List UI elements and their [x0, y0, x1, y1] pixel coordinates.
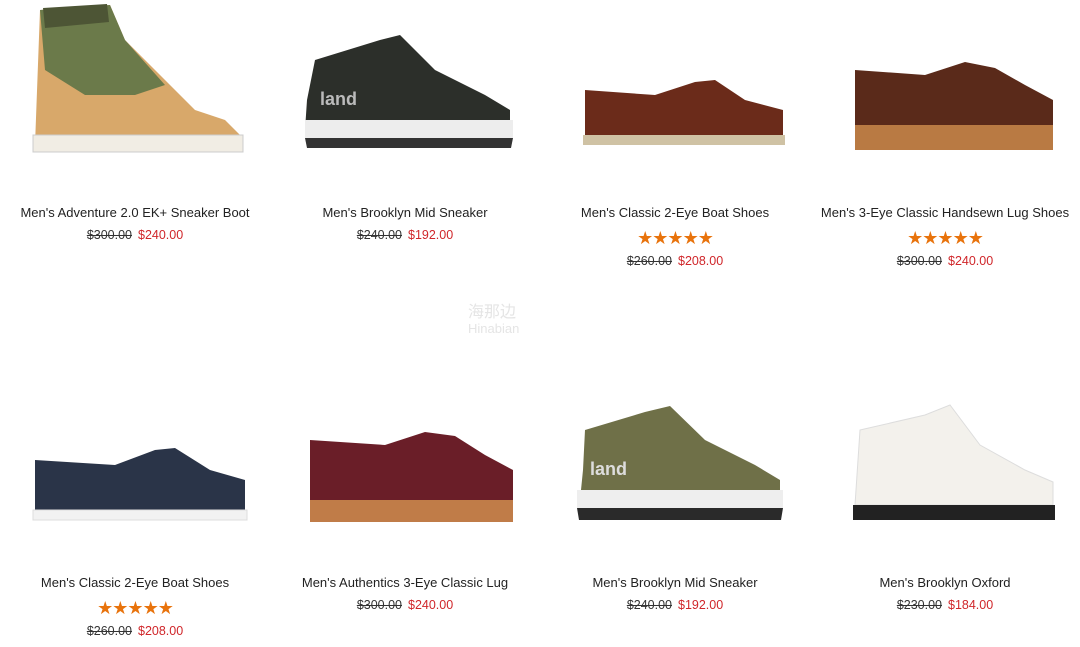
product-card[interactable]: Men's 3-Eye Classic Handsewn Lug Shoes ★…: [810, 0, 1080, 270]
product-card[interactable]: Men's Brooklyn Oxford $230.00 $184.00: [810, 370, 1080, 614]
sale-price: $208.00: [138, 624, 184, 638]
product-name[interactable]: Men's 3-Eye Classic Handsewn Lug Shoes: [810, 204, 1080, 222]
original-price: $300.00: [896, 254, 942, 268]
original-price: $260.00: [626, 254, 672, 268]
rating-stars-icon: ★★★★★: [637, 228, 714, 248]
product-image-lug-shoe[interactable]: [285, 370, 525, 530]
sale-price: $240.00: [408, 598, 454, 612]
original-price: $240.00: [626, 598, 672, 612]
product-name[interactable]: Men's Authentics 3-Eye Classic Lug: [270, 574, 540, 592]
product-card[interactable]: land Men's Brooklyn Mid Sneaker $240.00 $…: [540, 370, 810, 614]
watermark-subtext: Hinabian: [468, 321, 520, 336]
product-name[interactable]: Men's Brooklyn Oxford: [810, 574, 1080, 592]
product-card[interactable]: Men's Authentics 3-Eye Classic Lug $300.…: [270, 370, 540, 614]
product-image-mid-sneaker[interactable]: land: [555, 370, 795, 530]
product-image-boat-shoe[interactable]: [15, 370, 255, 530]
product-image-lug-shoe[interactable]: [825, 0, 1065, 160]
original-price: $230.00: [896, 598, 942, 612]
product-name[interactable]: Men's Classic 2-Eye Boat Shoes: [540, 204, 810, 222]
product-image-mid-sneaker[interactable]: land: [285, 0, 525, 160]
svg-text:land: land: [590, 459, 627, 479]
sale-price: $192.00: [408, 228, 454, 242]
price-block: $240.00 $192.00: [540, 596, 810, 614]
svg-text:land: land: [320, 89, 357, 109]
price-block: $260.00 $208.00: [0, 622, 270, 640]
rating-stars-icon: ★★★★★: [97, 598, 174, 618]
sale-price: $208.00: [678, 254, 724, 268]
watermark-logo: 海那边 Hinabian: [468, 305, 519, 337]
product-image-sneaker-boot[interactable]: [15, 0, 255, 160]
product-card[interactable]: land Men's Brooklyn Mid Sneaker $240.00 $…: [270, 0, 540, 244]
sale-price: $240.00: [948, 254, 994, 268]
product-image-oxford[interactable]: [825, 370, 1065, 530]
price-block: $300.00 $240.00: [810, 252, 1080, 270]
original-price: $240.00: [356, 228, 402, 242]
product-name[interactable]: Men's Brooklyn Mid Sneaker: [270, 204, 540, 222]
original-price: $300.00: [356, 598, 402, 612]
watermark-text: 海那边: [468, 304, 517, 321]
price-block: $230.00 $184.00: [810, 596, 1080, 614]
product-card[interactable]: Men's Classic 2-Eye Boat Shoes ★★★★★ $26…: [540, 0, 810, 270]
product-name[interactable]: Men's Classic 2-Eye Boat Shoes: [0, 574, 270, 592]
price-block: $240.00 $192.00: [270, 226, 540, 244]
original-price: $300.00: [86, 228, 132, 242]
original-price: $260.00: [86, 624, 132, 638]
sale-price: $240.00: [138, 228, 184, 242]
product-name[interactable]: Men's Adventure 2.0 EK+ Sneaker Boot: [0, 204, 270, 222]
sale-price: $184.00: [948, 598, 994, 612]
product-card[interactable]: Men's Adventure 2.0 EK+ Sneaker Boot $30…: [0, 0, 270, 244]
product-card[interactable]: Men's Classic 2-Eye Boat Shoes ★★★★★ $26…: [0, 370, 270, 640]
price-block: $300.00 $240.00: [0, 226, 270, 244]
price-block: $260.00 $208.00: [540, 252, 810, 270]
rating-stars-icon: ★★★★★: [907, 228, 984, 248]
product-name[interactable]: Men's Brooklyn Mid Sneaker: [540, 574, 810, 592]
sale-price: $192.00: [678, 598, 724, 612]
product-image-boat-shoe[interactable]: [555, 0, 795, 160]
price-block: $300.00 $240.00: [270, 596, 540, 614]
